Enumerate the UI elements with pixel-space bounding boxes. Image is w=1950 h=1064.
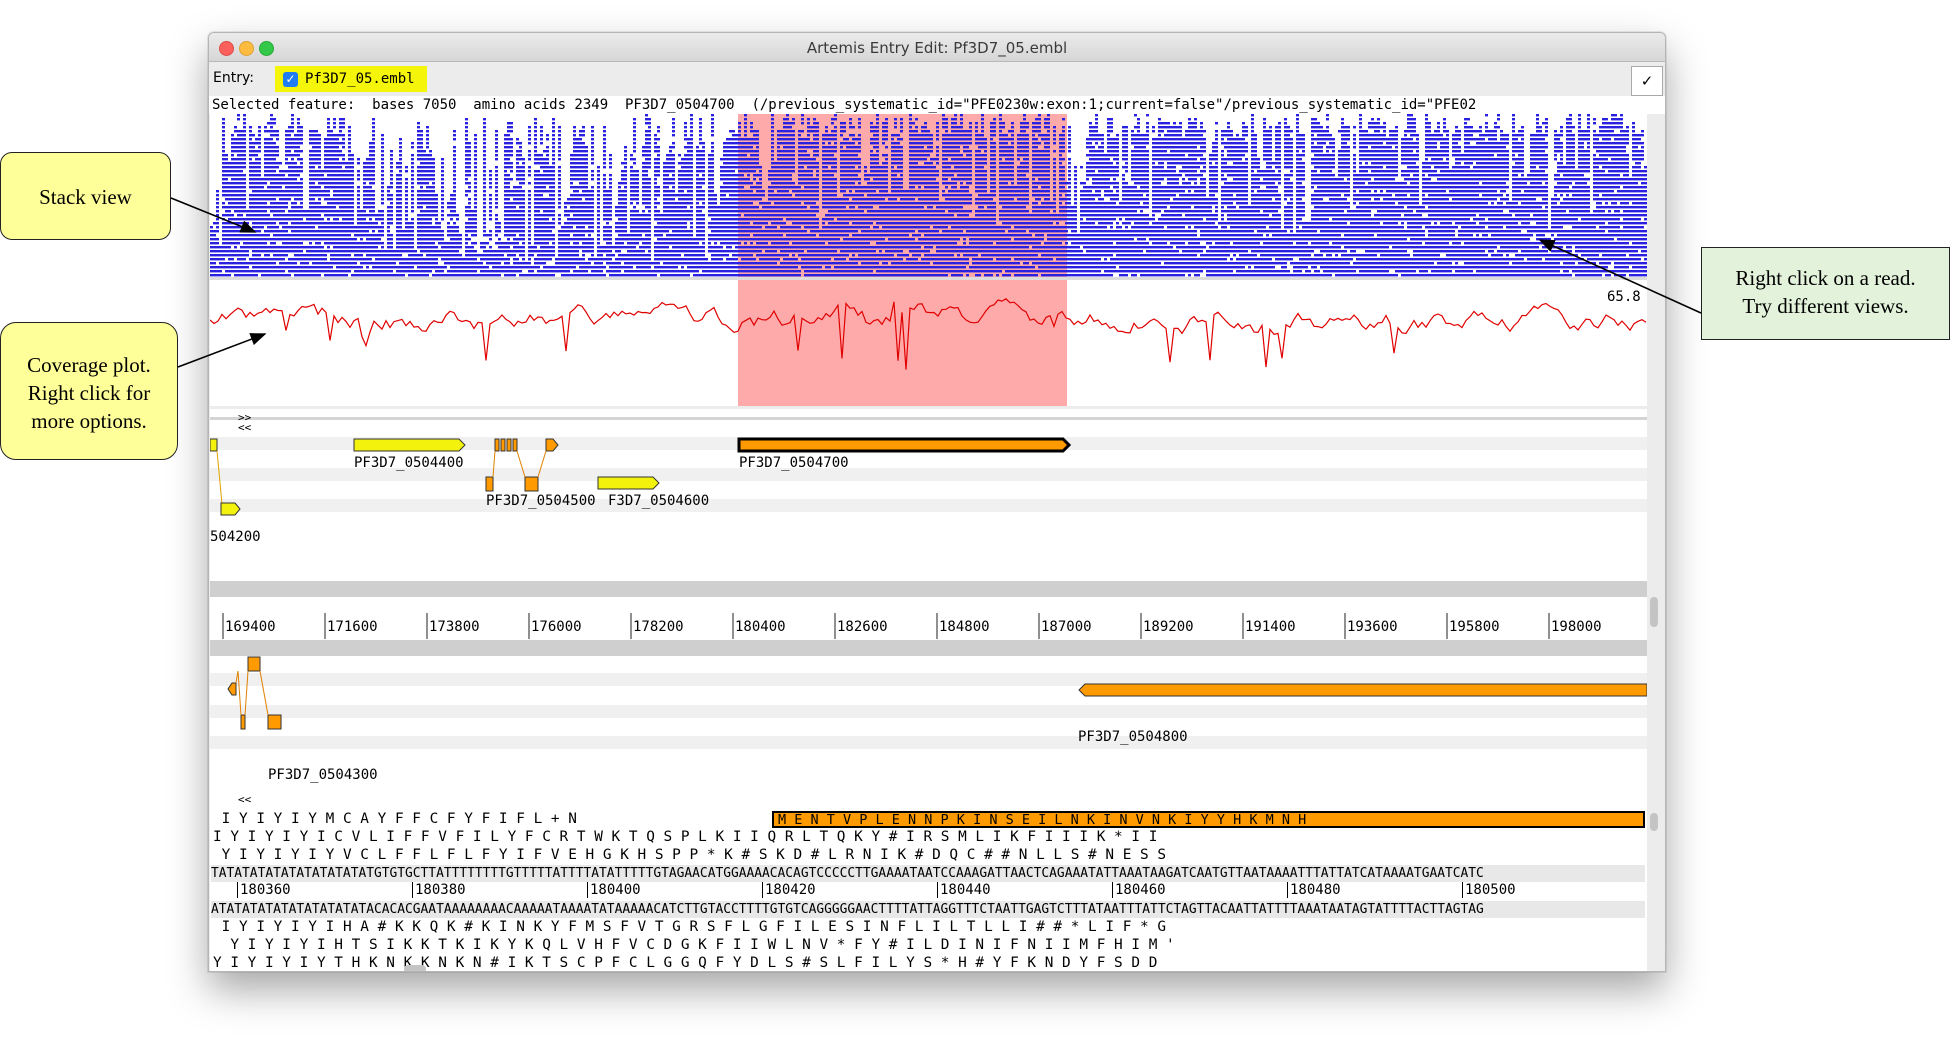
label-F3D7_0504600: F3D7_0504600 (608, 493, 710, 509)
sequence-tick-label: 180360 (237, 882, 291, 898)
ruler-tick-label: 176000 (531, 619, 582, 635)
coverage-highlight (738, 280, 1067, 406)
label-PF3D7_0504700: PF3D7_0504700 (739, 455, 849, 471)
label-PF3D7_0504500: PF3D7_0504500 (486, 493, 596, 509)
right-click-callout-line-1: Right click on a read. (1735, 266, 1916, 290)
right-click-callout-line-2: Try different views. (1742, 294, 1909, 318)
ruler-tick-label: 193600 (1347, 619, 1398, 635)
coverage-plot-callout: Coverage plot. Right click for more opti… (0, 322, 178, 460)
entry-label: Entry: (213, 70, 254, 86)
scroll-back-button[interactable]: << (238, 422, 251, 433)
checkbox-icon[interactable]: ✓ (283, 72, 298, 87)
title-bar: Artemis Entry Edit: Pf3D7_05.embl (209, 33, 1665, 62)
sequence-tick-label: 180500 (1462, 882, 1516, 898)
sequence-ruler: 180360 180380 180400 180420 180440 180460 1804… (210, 882, 1647, 900)
sequence-scroll-back-button[interactable]: << (238, 793, 251, 806)
ruler-tick-label: 182600 (837, 619, 888, 635)
label-504200: 504200 (210, 529, 261, 545)
bam-stack-view[interactable] (210, 114, 1647, 280)
ruler-tick-label: 184800 (939, 619, 990, 635)
reverse-frame-2: Y I Y I Y I H T S I K K T K I K Y K Q L … (213, 937, 1175, 953)
sequence-tick-label: 180480 (1287, 882, 1341, 898)
forward-strand: TATATATATATATATATATATGTGTGCTTATTTTTTTTGT… (211, 865, 1645, 882)
entry-toggle[interactable]: ✓ Pf3D7_05.embl (275, 66, 427, 92)
reverse-frame-3: Y I Y I Y I Y T H K N K K N K N # I K T … (213, 955, 1158, 971)
feature-display[interactable]: >> << PF3D7_0504400 PF3D7_0504700 PF3D7_… (210, 409, 1658, 797)
sequence-tick-label: 180440 (937, 882, 991, 898)
forward-frame-1: I Y I Y I Y M C A Y F F C F Y F I F L + … (213, 811, 586, 827)
window-title: Artemis Entry Edit: Pf3D7_05.embl (806, 39, 1068, 57)
ruler-tick-label: 189200 (1143, 619, 1194, 635)
label-PF3D7_0504300: PF3D7_0504300 (268, 767, 378, 783)
forward-frame-2: I Y I Y I Y I C V L I F F V F I L Y F C … (213, 829, 1158, 845)
right-click-callout: Right click on a read. Try different vie… (1701, 247, 1950, 340)
reverse-frame-1: I Y I Y I Y I H A # K K Q K # K I N K Y … (213, 919, 1167, 935)
sequence-tick-label: 180420 (762, 882, 816, 898)
label-PF3D7_0504400: PF3D7_0504400 (354, 455, 464, 471)
gene-F3D7_0504600[interactable] (597, 476, 660, 490)
ruler-tick-label: 169400 (225, 619, 276, 635)
done-button[interactable]: ✓ (1631, 66, 1663, 96)
reverse-strand: ATATATATATATATATATATACACACGAATAAAAAAAACA… (211, 901, 1645, 918)
ruler-tick-label: 198000 (1551, 619, 1602, 635)
stack-view-callout: Stack view (0, 152, 171, 240)
gene-PF3D7_0504400[interactable] (353, 438, 466, 452)
label-PF3D7_0504800: PF3D7_0504800 (1078, 729, 1188, 745)
selected-aa-translation[interactable]: M E N T V P L E N N P K I N S E I L N K … (772, 811, 1645, 828)
ruler-tick-label: 171600 (327, 619, 378, 635)
gene-PF3D7_0504300[interactable] (227, 656, 282, 730)
sequence-tick-label: 180460 (1112, 882, 1166, 898)
sequence-tick-label: 180380 (412, 882, 466, 898)
coverage-callout-line-3: more options. (31, 409, 147, 433)
artemis-window: Artemis Entry Edit: Pf3D7_05.embl Entry:… (208, 32, 1666, 972)
ruler-tick-label: 195800 (1449, 619, 1500, 635)
entry-name: Pf3D7_05.embl (305, 71, 415, 87)
ruler-tick-label: 187000 (1041, 619, 1092, 635)
coverage-plot[interactable] (210, 280, 1647, 406)
coverage-callout-line-2: Right click for (27, 381, 151, 405)
sequence-view[interactable]: << I Y I Y I Y M C A Y F F C F Y F I F L… (210, 785, 1658, 971)
entry-bar: Entry: ✓ Pf3D7_05.embl ✓ (209, 62, 1665, 96)
ruler-tick-label: 191400 (1245, 619, 1296, 635)
sequence-tick-label: 180400 (587, 882, 641, 898)
feature-nav-buttons[interactable]: >> << (238, 412, 251, 433)
ruler-tick-label: 180400 (735, 619, 786, 635)
ruler-tick-label: 173800 (429, 619, 480, 635)
gene-PF3D7_0504800[interactable] (1078, 683, 1647, 697)
coverage-max-label: 65.8 (1607, 289, 1641, 305)
forward-frame-3: Y I Y I Y I Y V C L F F L F L F Y I F V … (213, 847, 1167, 863)
ruler-tick-label: 178200 (633, 619, 684, 635)
coverage-callout-line-1: Coverage plot. (27, 353, 151, 377)
selected-feature-info: Selected feature: bases 7050 amino acids… (209, 96, 1665, 114)
feature-vertical-scrollbar[interactable] (1650, 597, 1658, 627)
sequence-vertical-scrollbar[interactable] (1650, 813, 1658, 831)
sequence-horizontal-scrollbar[interactable] (404, 965, 426, 971)
gene-PF3D7_0504700[interactable] (737, 437, 1072, 453)
